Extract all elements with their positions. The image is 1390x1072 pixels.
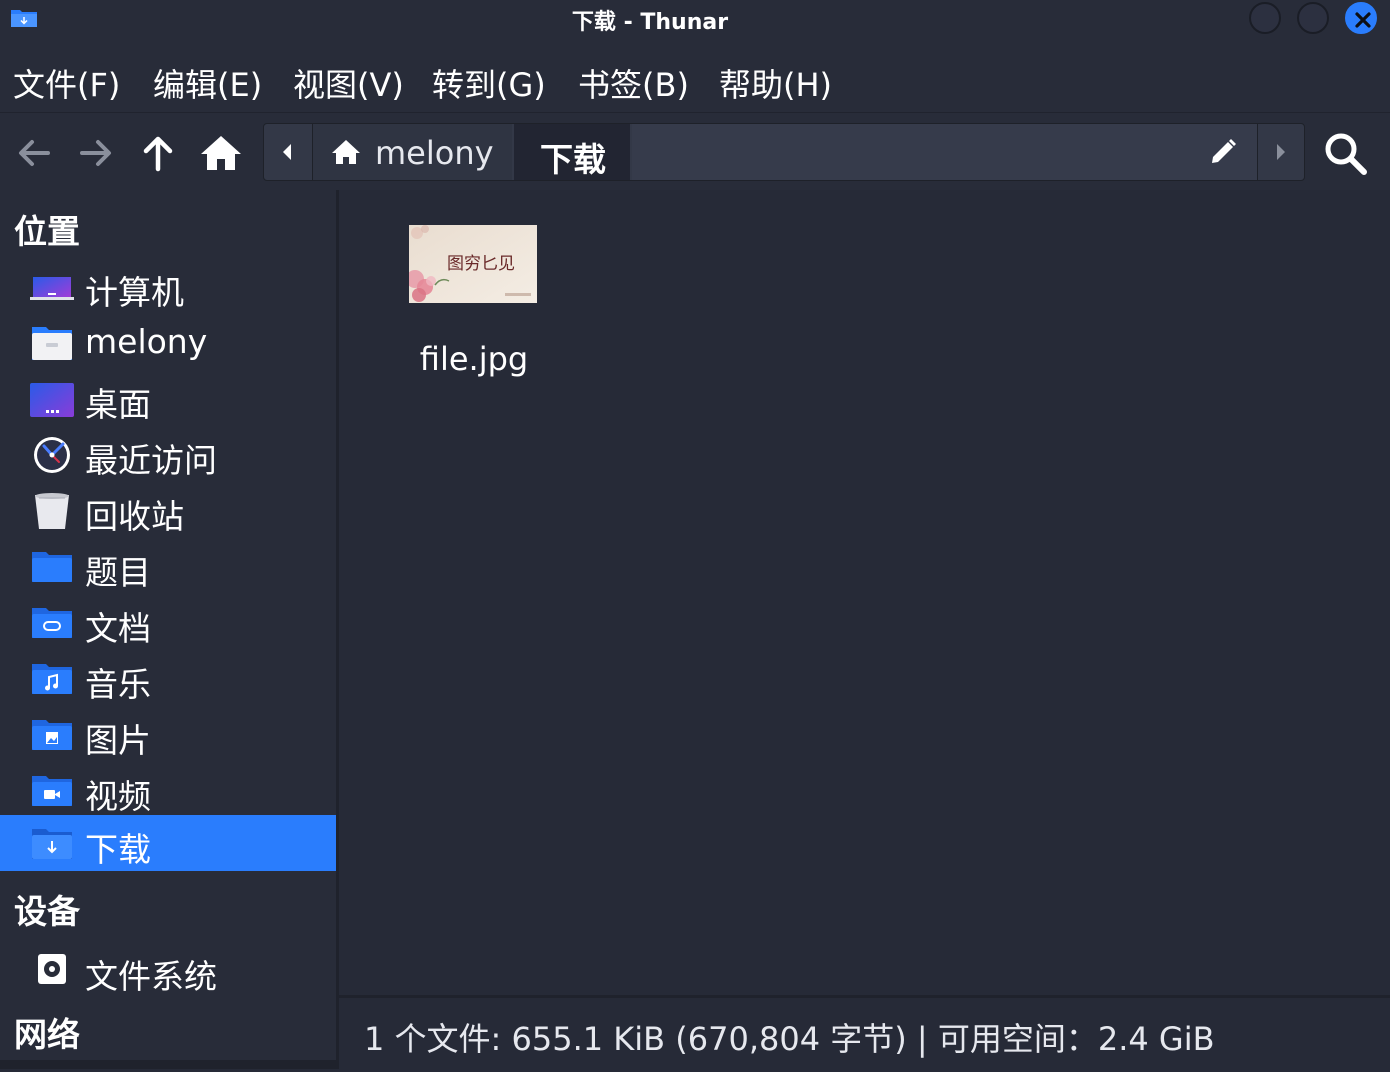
videos-folder-icon xyxy=(32,776,72,806)
documents-folder-icon xyxy=(32,608,72,638)
path-current-label: 下载 xyxy=(540,140,606,179)
sidebar-item-music[interactable]: 音乐 xyxy=(0,650,336,706)
music-folder-icon xyxy=(32,664,72,694)
sidebar-item-label: 题目 xyxy=(85,553,151,592)
home-icon xyxy=(332,140,360,164)
desktop-icon xyxy=(30,383,74,417)
chevron-left-icon xyxy=(283,144,291,160)
menu-bookmarks[interactable]: 书签(B) xyxy=(578,60,689,106)
file-thumbnail: 图穷匕见 xyxy=(409,225,537,303)
sidebar-item-videos[interactable]: 视频 xyxy=(0,762,336,818)
sidebar-item-pictures[interactable]: 图片 xyxy=(0,706,336,762)
toolbar: melony 下载 xyxy=(0,112,1390,191)
recent-clock-icon xyxy=(34,437,70,473)
computer-icon xyxy=(30,277,74,300)
sidebar-item-trash[interactable]: 回收站 xyxy=(0,482,336,538)
home-folder-icon xyxy=(32,327,72,360)
close-icon xyxy=(1355,12,1371,28)
sidebar-item-label: 最近访问 xyxy=(85,441,217,480)
chevron-right-icon xyxy=(1277,144,1285,160)
path-bar: melony 下载 xyxy=(263,123,1305,181)
path-scroll-left-button[interactable] xyxy=(264,124,313,180)
sidebar-bottom-edge xyxy=(0,1060,339,1069)
minimize-button[interactable] xyxy=(1249,2,1281,34)
path-button-home[interactable]: melony xyxy=(313,124,512,180)
path-scroll-right-button[interactable] xyxy=(1257,124,1305,180)
sidebar-item-desktop[interactable]: 桌面 xyxy=(0,370,336,426)
sidebar-item-label: 图片 xyxy=(85,721,151,760)
search-icon[interactable] xyxy=(1321,129,1369,177)
folder-icon xyxy=(32,552,72,582)
section-title-places: 位置 xyxy=(14,212,80,251)
arrow-left-icon[interactable] xyxy=(12,131,56,175)
pictures-folder-icon xyxy=(32,720,72,750)
section-title-network: 网络 xyxy=(14,1015,80,1054)
drive-icon xyxy=(38,954,66,984)
trash-icon xyxy=(35,493,69,529)
file-view[interactable]: 图穷匕见 file.jpg xyxy=(339,190,1390,995)
thumbnail-text: 图穷匕见 xyxy=(447,254,515,274)
path-entry[interactable] xyxy=(632,124,1257,180)
file-item[interactable]: 图穷匕见 file.jpg xyxy=(409,225,539,385)
sidebar-item-filesystem[interactable]: 文件系统 xyxy=(0,942,336,998)
sidebar-item-documents[interactable]: 文档 xyxy=(0,594,336,650)
menu-go[interactable]: 转到(G) xyxy=(432,60,546,106)
home-icon[interactable] xyxy=(199,131,243,175)
sidebar-item-label: 文档 xyxy=(85,609,151,648)
section-title-devices: 设备 xyxy=(14,892,80,931)
maximize-button[interactable] xyxy=(1297,2,1329,34)
arrow-up-icon[interactable] xyxy=(136,131,180,175)
arrow-right-icon[interactable] xyxy=(74,131,118,175)
sidebar-item-label: 视频 xyxy=(85,777,151,816)
sidebar-item-timu[interactable]: 题目 xyxy=(0,538,336,594)
menu-bar: 文件(F) 编辑(E) 视图(V) 转到(G) 书签(B) 帮助(H) xyxy=(0,42,1390,112)
path-home-label: melony xyxy=(375,134,494,172)
sidebar-item-downloads[interactable]: 下载 xyxy=(0,815,336,871)
path-button-current[interactable]: 下载 xyxy=(514,124,630,180)
sidebar-item-label: 桌面 xyxy=(85,385,151,424)
file-name: file.jpg xyxy=(419,340,529,378)
sidebar-item-label: 音乐 xyxy=(85,665,151,704)
downloads-folder-icon xyxy=(32,829,72,859)
menu-help[interactable]: 帮助(H) xyxy=(719,60,832,106)
menu-view[interactable]: 视图(V) xyxy=(293,60,404,106)
title-bar: 下载 - Thunar xyxy=(0,0,1390,42)
sidebar-item-label: 计算机 xyxy=(85,273,184,312)
sidebar-item-label: 文件系统 xyxy=(85,957,217,996)
sidebar-item-home[interactable]: melony xyxy=(0,314,336,370)
pencil-icon[interactable] xyxy=(1208,137,1238,167)
status-bar: 1 个文件: 655.1 KiB (670,804 字节) | 可用空间：2.4… xyxy=(339,995,1390,1072)
close-button[interactable] xyxy=(1345,2,1377,34)
menu-file[interactable]: 文件(F) xyxy=(13,60,120,106)
sidebar-item-label: 回收站 xyxy=(85,497,184,536)
menu-edit[interactable]: 编辑(E) xyxy=(153,60,262,106)
sidebar-item-recent[interactable]: 最近访问 xyxy=(0,426,336,482)
sidebar-item-computer[interactable]: 计算机 xyxy=(0,258,336,314)
sidebar-item-label: 下载 xyxy=(85,830,151,869)
window-title: 下载 - Thunar xyxy=(571,10,729,35)
sidebar-item-label: melony xyxy=(85,322,208,361)
status-text: 1 个文件: 655.1 KiB (670,804 字节) | 可用空间：2.4… xyxy=(364,1020,1215,1058)
sidebar: 位置 计算机 melony 桌面 最近访问 回收站 题目 文档 音乐 图片 视频… xyxy=(0,190,336,1060)
